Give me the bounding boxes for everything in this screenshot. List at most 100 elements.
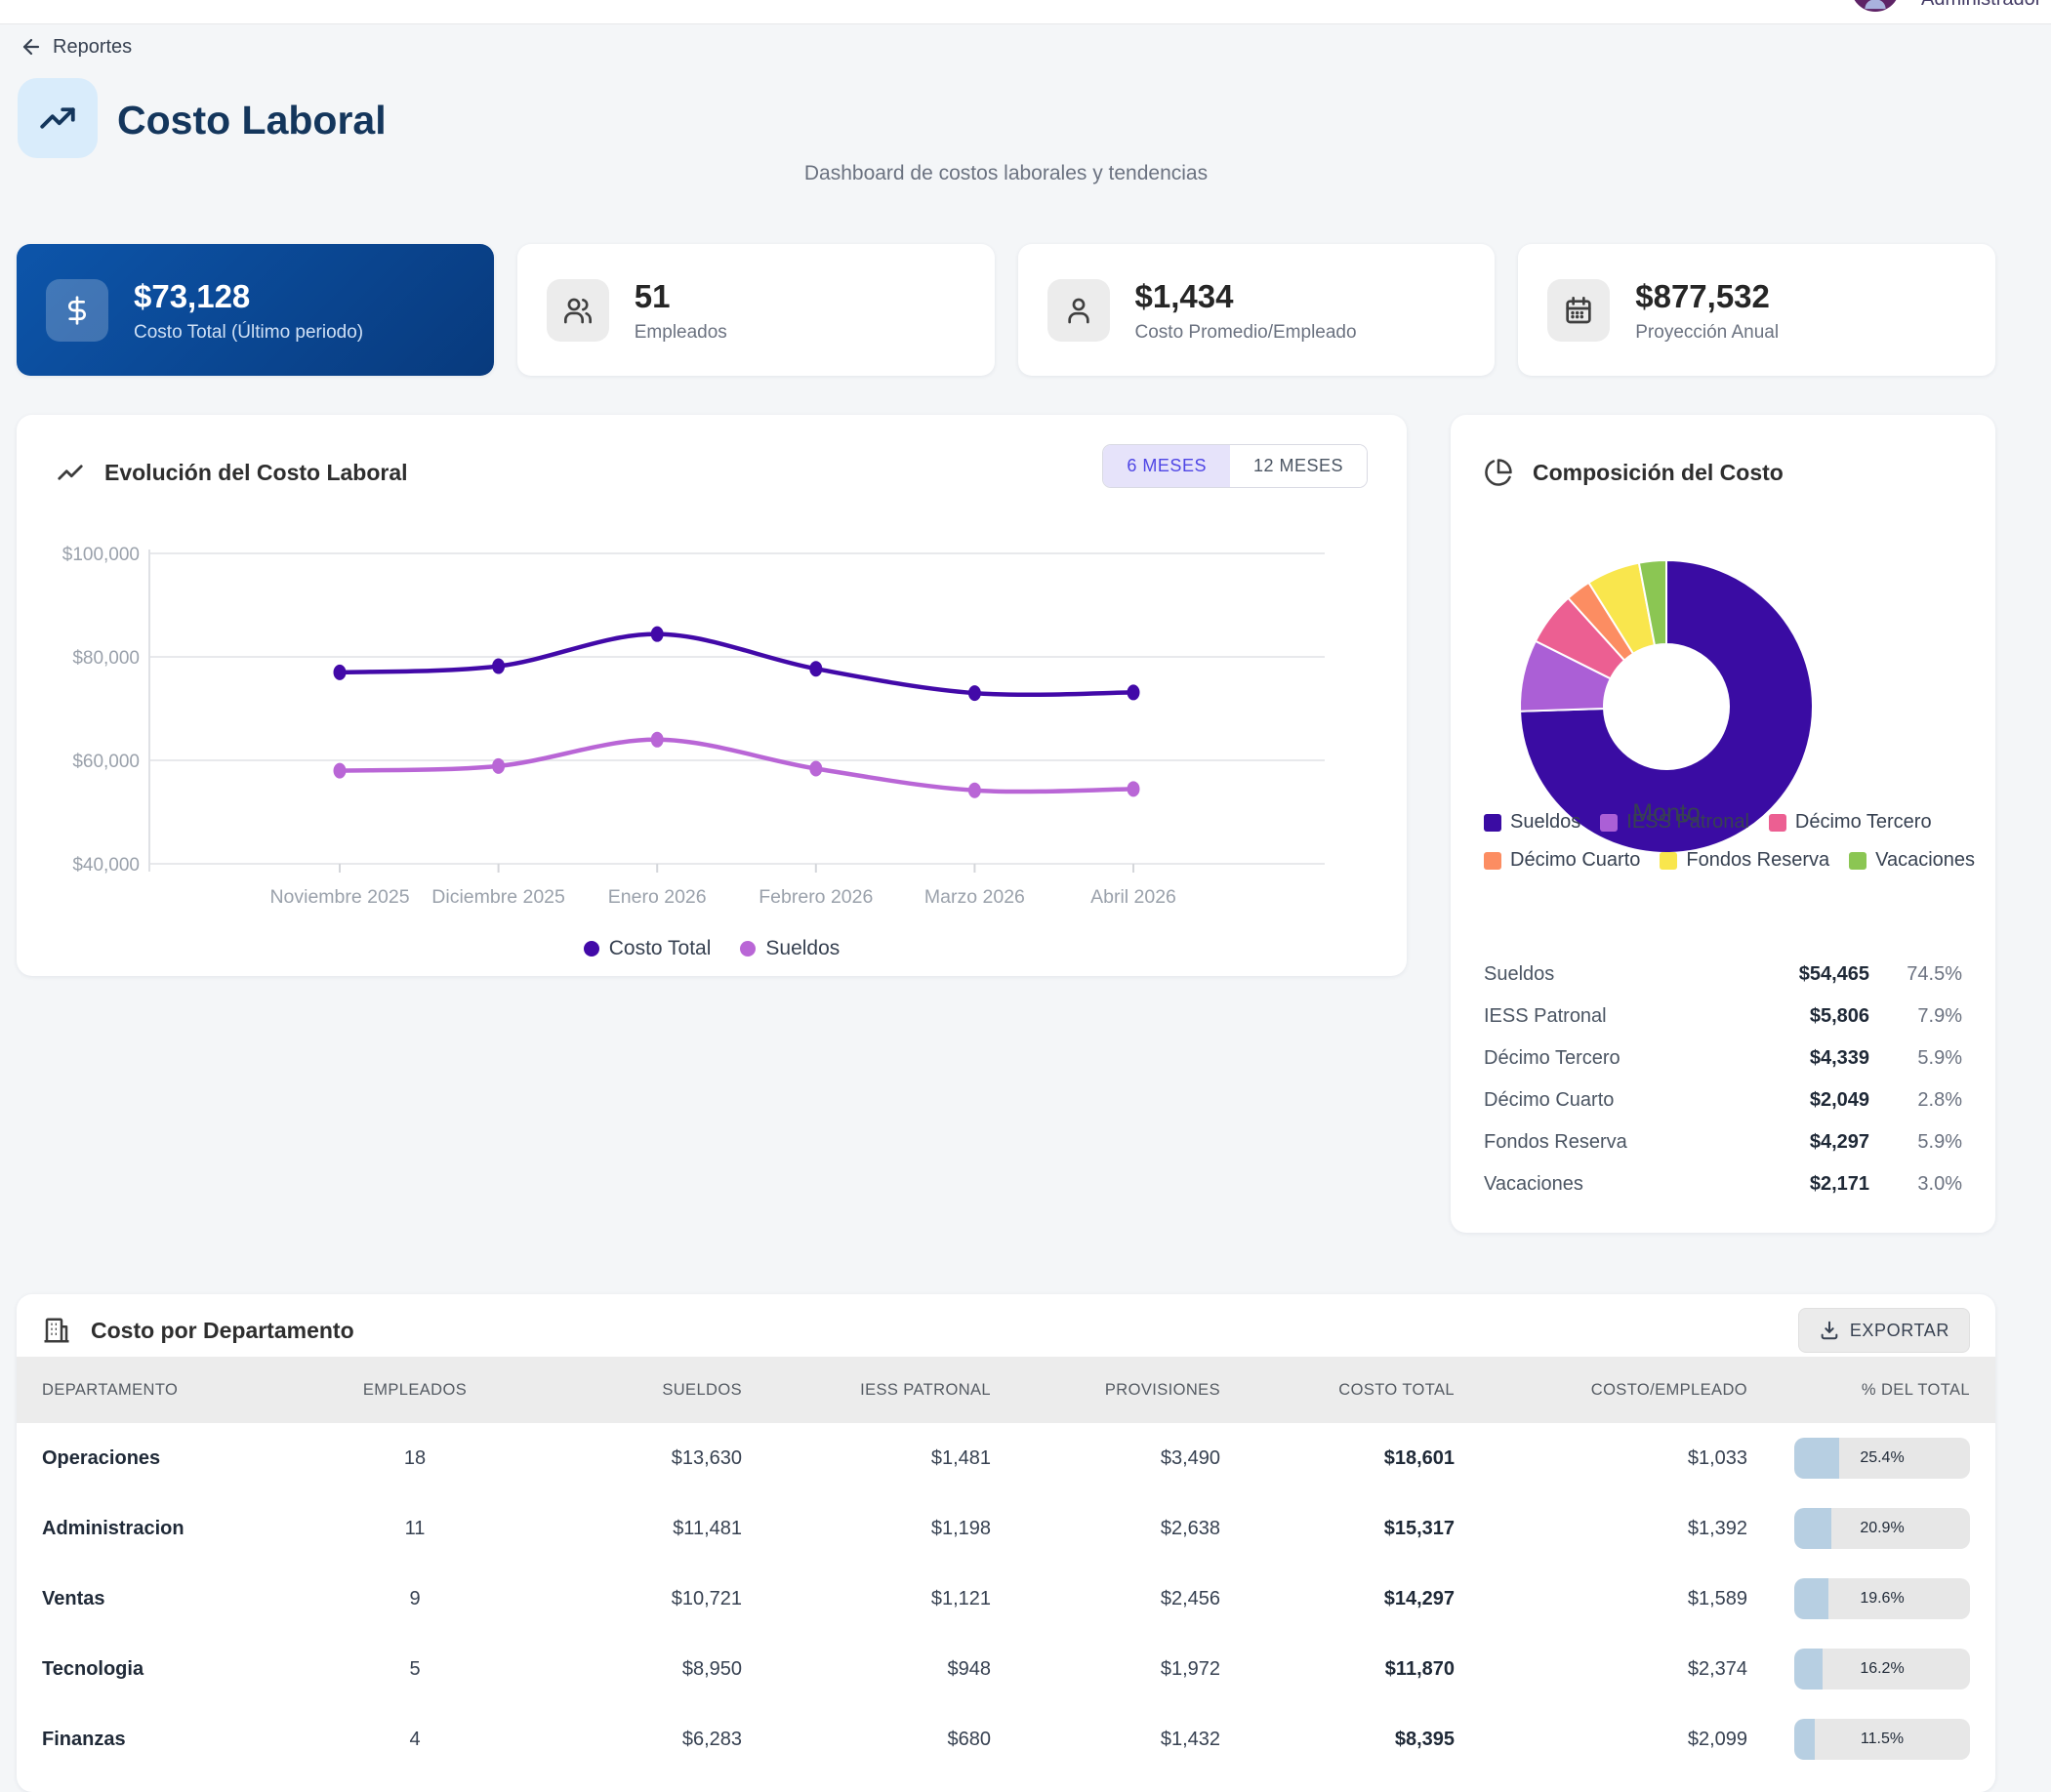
cell-pct-del-total: 20.9% [1747,1508,1970,1549]
legend-label: Sueldos [1510,811,1580,834]
pct-progress-text: 20.9% [1794,1508,1970,1549]
evolution-title-text: Evolución del Costo Laboral [104,460,408,486]
cell-empleados: 18 [332,1447,498,1470]
column-header-costo-empleado: COSTO/EMPLEADO [1455,1381,1747,1400]
composition-amount: $54,465 [1743,963,1869,986]
composition-label: Décimo Tercero [1484,1047,1743,1070]
cell-departamento: Finanzas [42,1729,332,1751]
cell-sueldos: $11,481 [498,1518,742,1540]
composition-legend-item-vacaciones[interactable]: Vacaciones [1849,849,1975,872]
svg-text:Diciembre 2025: Diciembre 2025 [431,886,565,908]
stat-text-3: $877,532Proyección Anual [1635,276,1779,344]
column-header-provisiones: PROVISIONES [991,1381,1220,1400]
composition-label: Sueldos [1484,963,1743,986]
page-title-icon-chip [18,78,98,158]
composition-label: IESS Patronal [1484,1005,1743,1028]
stats-row: $73,128Costo Total (Último periodo) 51Emp… [17,244,1995,376]
column-header-departamento: DEPARTAMENTO [42,1381,332,1400]
legend-item-costo-total[interactable]: Costo Total [584,937,712,960]
legend-swatch [1849,852,1866,870]
cell-provisiones: $1,972 [991,1658,1220,1681]
cell-sueldos: $6,283 [498,1729,742,1751]
avatar[interactable] [1851,0,1900,12]
legend-label: Vacaciones [1875,849,1975,872]
user-avatar-icon [1859,0,1892,12]
legend-swatch [1600,814,1618,832]
composition-legend-item-décimo-cuarto[interactable]: Décimo Cuarto [1484,849,1640,872]
user-icon [1047,279,1110,342]
evolution-chart-legend: Costo Total Sueldos [17,937,1407,960]
cell-departamento: Operaciones [42,1447,332,1470]
legend-label: Sueldos [765,937,840,960]
cell-costo-empleado: $2,099 [1455,1729,1747,1751]
stat-value: $1,434 [1135,276,1357,316]
stat-label: Empleados [635,322,727,344]
stat-card-1: 51Empleados [517,244,995,376]
pct-progress-pill: 25.4% [1794,1438,1970,1479]
stat-label: Proyección Anual [1635,322,1779,344]
composition-legend-item-décimo-tercero[interactable]: Décimo Tercero [1769,811,1932,834]
page-subtitle: Dashboard de costos laborales y tendenci… [0,162,2012,185]
stat-text-0: $73,128Costo Total (Último periodo) [134,276,363,344]
trending-up-icon [37,98,78,139]
legend-swatch [1660,852,1677,870]
column-header-empleados: EMPLEADOS [332,1381,498,1400]
table-header-row: DEPARTAMENTOEMPLEADOSSUELDOSIESS PATRONA… [17,1357,1995,1423]
legend-label: Décimo Cuarto [1510,849,1640,872]
cell-empleados: 9 [332,1588,498,1610]
department-table-title: Costo por Departamento [42,1316,354,1345]
export-button[interactable]: EXPORTAR [1798,1308,1970,1353]
composition-amount: $4,297 [1743,1131,1869,1154]
cell-costo-total: $8,395 [1220,1729,1455,1751]
cell-costo-total: $11,870 [1220,1658,1455,1681]
composition-percent: 7.9% [1869,1005,1962,1028]
back-link[interactable]: Reportes [20,35,132,59]
cell-costo-total: $15,317 [1220,1518,1455,1540]
composition-amount: $2,049 [1743,1089,1869,1112]
legend-label: IESS Patronal [1626,811,1749,834]
cell-pct-del-total: 19.6% [1747,1578,1970,1619]
table-row-finanzas: Finanzas4$6,283$680$1,432$8,395$2,09911.… [17,1704,1995,1774]
cell-empleados: 5 [332,1658,498,1681]
column-header-iess-patronal: IESS PATRONAL [742,1381,991,1400]
stat-text-2: $1,434Costo Promedio/Empleado [1135,276,1357,344]
cell-sueldos: $13,630 [498,1447,742,1470]
pct-progress-text: 19.6% [1794,1578,1970,1619]
svg-text:Noviembre 2025: Noviembre 2025 [269,886,409,908]
legend-dot [740,941,756,957]
composition-percent: 74.5% [1869,963,1962,986]
table-row-administracion: Administracion11$11,481$1,198$2,638$15,3… [17,1493,1995,1564]
calendar-icon [1547,279,1610,342]
table-row-tecnologia: Tecnologia5$8,950$948$1,972$11,870$2,374… [17,1634,1995,1704]
column-header-costo-total: COSTO TOTAL [1220,1381,1455,1400]
composition-row-iess-patronal: IESS Patronal$5,8067.9% [1484,996,1962,1038]
cell-costo-total: $14,297 [1220,1588,1455,1610]
labor-cost-dashboard: Administrador Reportes Costo Laboral Das… [0,0,2051,1774]
cell-departamento: Ventas [42,1588,332,1610]
cell-empleados: 4 [332,1729,498,1751]
stat-label: Costo Total (Último periodo) [134,322,363,344]
legend-item-sueldos[interactable]: Sueldos [740,937,840,960]
composition-row-fondos-reserva: Fondos Reserva$4,2975.9% [1484,1121,1962,1163]
stat-card-3: $877,532Proyección Anual [1518,244,1995,376]
cell-pct-del-total: 11.5% [1747,1719,1970,1760]
svg-text:$100,000: $100,000 [62,545,140,565]
legend-label: Décimo Tercero [1795,811,1932,834]
pct-progress-pill: 20.9% [1794,1508,1970,1549]
composition-legend: Sueldos IESS Patronal Décimo Tercero Décimo… [1484,811,1977,872]
composition-legend-item-sueldos[interactable]: Sueldos [1484,811,1580,834]
composition-amount: $5,806 [1743,1005,1869,1028]
range-button-6-meses[interactable]: 6 MESES [1103,445,1230,487]
composition-legend-item-iess-patronal[interactable]: IESS Patronal [1600,811,1749,834]
composition-amount: $4,339 [1743,1047,1869,1070]
composition-legend-item-fondos-reserva[interactable]: Fondos Reserva [1660,849,1829,872]
pct-progress-pill: 11.5% [1794,1719,1970,1760]
range-button-12-meses[interactable]: 12 MESES [1230,445,1367,487]
cell-iess-patronal: $1,121 [742,1588,991,1610]
cell-iess-patronal: $1,198 [742,1518,991,1540]
pct-progress-pill: 16.2% [1794,1649,1970,1690]
composition-list: Sueldos$54,46574.5% IESS Patronal$5,8067.… [1484,954,1962,1205]
composition-percent: 3.0% [1869,1173,1962,1196]
building-icon [42,1316,71,1345]
evolution-line-chart: $40,000$60,000$80,000$100,000Noviembre 2… [17,524,1407,929]
